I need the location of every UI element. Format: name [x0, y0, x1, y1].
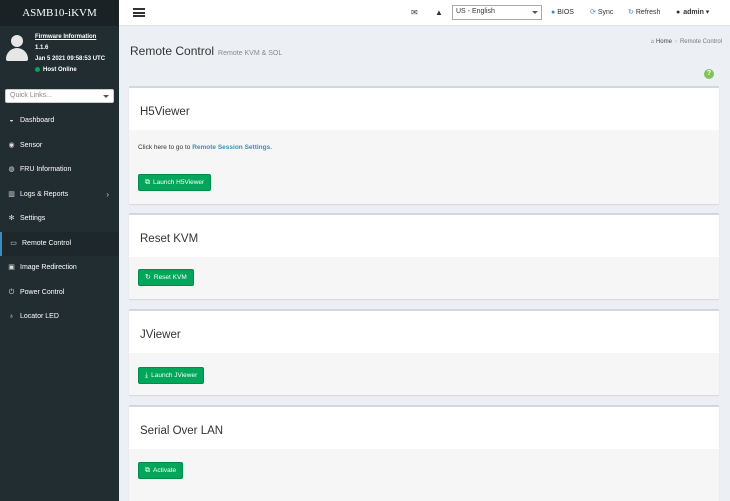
download-icon: ⤓: [145, 372, 149, 379]
sidebar-item-locator-led[interactable]: ♁ Locator LED: [0, 305, 119, 330]
brand-logo[interactable]: ASMB10-iKVM: [0, 0, 119, 26]
chevron-down-icon: [532, 11, 538, 14]
page-subtitle: Remote KVM & SOL: [218, 50, 283, 57]
sidebar-item-dashboard[interactable]: ◒ Dashboard: [0, 109, 119, 134]
reset-kvm-title: Reset KVM: [129, 215, 719, 257]
dashboard-icon: ◒: [9, 117, 14, 124]
remote-session-settings-link[interactable]: Remote Session Settings: [192, 144, 270, 151]
quick-links-select[interactable]: Quick Links...: [5, 89, 114, 103]
breadcrumb-current: Remote Control: [679, 39, 722, 45]
sol-title: Serial Over LAN: [129, 407, 719, 449]
sidebar: ASMB10-iKVM Firmware Information 1.1.6 J…: [0, 0, 119, 501]
hamburger-menu-icon[interactable]: [133, 8, 145, 17]
launch-jviewer-button[interactable]: ⤓ Launch JViewer: [138, 367, 205, 384]
jviewer-title: JViewer: [129, 311, 719, 353]
user-panel: Firmware Information 1.1.6 Jan 5 2021 09…: [0, 26, 119, 80]
host-status: Host Online: [35, 65, 105, 76]
user-icon: ●: [676, 9, 681, 16]
refresh-icon: ↻: [628, 9, 634, 16]
breadcrumb: ⌂ Home › Remote Control: [650, 39, 722, 45]
refresh-link[interactable]: ↻ Refresh: [628, 0, 660, 26]
user-menu[interactable]: ● admin ▾: [676, 0, 709, 26]
avatar: [5, 35, 29, 61]
top-header: ✉ ▲ US - English ● BIOS ⟳ Sync ↻ Refresh ● a…: [119, 0, 730, 26]
image-icon: ▣: [8, 264, 15, 271]
chevron-right-icon: ›: [106, 189, 109, 199]
info-icon: ●: [551, 9, 556, 16]
sidebar-menu: ◒ Dashboard ◉ Sensor ◍ FRU Information ▥ Log…: [0, 109, 119, 330]
chart-icon: ▥: [8, 190, 15, 198]
refresh-icon: ↻: [145, 274, 151, 281]
fru-icon: ◍: [8, 166, 15, 173]
help-icon[interactable]: ?: [704, 69, 714, 79]
home-icon: ⌂: [650, 39, 655, 45]
sidebar-item-image-redirection[interactable]: ▣ Image Redirection: [0, 256, 119, 281]
sidebar-item-fru[interactable]: ◍ FRU Information: [0, 158, 119, 183]
content-header: Remote Control Remote KVM & SOL: [130, 44, 282, 58]
language-select[interactable]: US - English: [452, 5, 542, 20]
sync-icon: ⟳: [590, 9, 596, 16]
sensor-icon: ◉: [8, 141, 15, 149]
reset-kvm-box: Reset KVM ↻ Reset KVM: [129, 213, 719, 299]
launch-h5viewer-button[interactable]: ⧉ Launch H5Viewer: [138, 174, 212, 191]
sidebar-item-settings[interactable]: ✻ Settings: [0, 207, 119, 232]
sidebar-item-sensor[interactable]: ◉ Sensor: [0, 134, 119, 159]
jviewer-box: JViewer ⤓ Launch JViewer: [129, 309, 719, 395]
warning-icon[interactable]: ▲: [435, 0, 443, 26]
sidebar-item-remote-control[interactable]: ▭ Remote Control: [0, 231, 119, 256]
breadcrumb-home[interactable]: ⌂ Home: [651, 39, 672, 45]
monitor-icon: ▭: [10, 239, 17, 247]
sol-box: Serial Over LAN ⧉ Activate: [129, 405, 719, 501]
h5viewer-title: H5Viewer: [129, 88, 719, 130]
bios-link[interactable]: ● BIOS: [551, 0, 574, 26]
bulb-icon: ♁: [8, 313, 15, 320]
h5viewer-description: Click here to go to Remote Session Setti…: [138, 144, 273, 151]
external-link-icon: ⧉: [145, 467, 150, 474]
power-icon: ⏻: [8, 288, 15, 296]
external-link-icon: ⧉: [145, 179, 150, 186]
system-datetime: Jan 5 2021 09:58:53 UTC: [35, 56, 106, 62]
sync-link[interactable]: ⟳ Sync: [590, 0, 613, 26]
h5viewer-box: H5Viewer Click here to go to Remote Sess…: [129, 86, 719, 204]
sidebar-item-logs[interactable]: ▥ Logs & Reports ›: [0, 183, 119, 208]
activate-sol-button[interactable]: ⧉ Activate: [138, 462, 184, 479]
reset-kvm-button[interactable]: ↻ Reset KVM: [138, 269, 194, 286]
sidebar-item-power-control[interactable]: ⏻ Power Control: [0, 281, 119, 306]
status-dot-icon: [35, 66, 40, 72]
envelope-icon[interactable]: ✉: [411, 0, 418, 26]
firmware-info-link[interactable]: Firmware Information: [35, 32, 105, 43]
firmware-version: 1.1.6: [35, 45, 49, 51]
gear-icon: ✻: [8, 215, 15, 222]
chevron-down-icon: [103, 95, 109, 98]
page-title: Remote Control: [130, 44, 215, 58]
